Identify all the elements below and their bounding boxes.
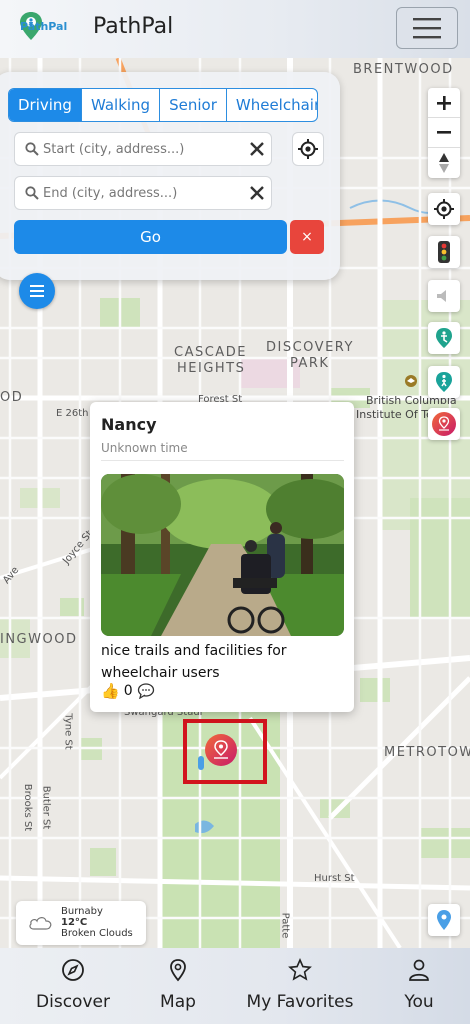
accessible-route-button[interactable] — [428, 322, 460, 354]
street-brooks: Brooks St — [22, 783, 34, 832]
post-stats: 👍 0 — [101, 682, 155, 700]
accessibility-pin-icon — [436, 328, 452, 348]
street-hurst: Hurst St — [314, 873, 355, 884]
traffic-button[interactable] — [428, 236, 460, 268]
zoom-controls — [428, 88, 460, 178]
posts-layer-button[interactable] — [428, 408, 460, 440]
weather-widget: Burnaby 12°C Broken Clouds — [16, 901, 146, 945]
street-butler: Butler St — [40, 785, 52, 830]
weather-temp: 12°C — [61, 917, 88, 928]
map-pin-icon — [170, 959, 186, 982]
crosshair-icon — [434, 199, 454, 219]
compass-icon — [62, 959, 84, 981]
compass-icon — [439, 153, 449, 173]
end-field — [14, 176, 272, 210]
tab-wheelchair[interactable]: Wheelchair — [227, 89, 317, 121]
street-tyne: Tyne St — [62, 713, 74, 750]
end-input[interactable] — [43, 185, 243, 201]
pedestrian-route-button[interactable] — [428, 366, 460, 398]
logo-text: PathPal — [20, 20, 68, 33]
go-button[interactable]: Go — [14, 220, 287, 254]
travel-mode-tabs: Driving Walking Senior Wheelchair — [8, 88, 318, 122]
nav-favorites[interactable]: My Favorites — [244, 958, 356, 1012]
post-caption: nice trails and facilities for wheelchai… — [101, 643, 287, 681]
app-header: PathPal PathPal — [0, 0, 470, 58]
nav-map-label: Map — [160, 992, 196, 1012]
pin-location-button[interactable] — [428, 904, 460, 936]
cloud-icon — [29, 917, 52, 930]
menu-button[interactable] — [396, 7, 458, 49]
weather-condition: Broken Clouds — [61, 928, 133, 939]
post-photo[interactable] — [101, 474, 344, 636]
post-marker-icon — [432, 412, 456, 436]
trail-photo-image — [101, 474, 344, 636]
start-field — [14, 132, 272, 166]
map-label-heights: HEIGHTS — [177, 361, 246, 376]
divider — [101, 460, 344, 461]
minus-icon — [437, 130, 451, 134]
weather-city: Burnaby — [61, 906, 103, 917]
traffic-light-icon — [438, 241, 450, 263]
hamburger-icon — [413, 18, 441, 39]
speaker-icon — [437, 290, 446, 302]
street-patterson: Patte — [279, 912, 291, 939]
star-icon — [288, 958, 312, 981]
compass-button[interactable] — [428, 148, 460, 178]
post-popup[interactable]: Nancy Unknown time nice trails and facil… — [90, 402, 354, 712]
map-label-cascade: CASCADE — [174, 345, 247, 360]
nav-discover-label: Discover — [36, 992, 110, 1012]
bottom-nav: Discover Map My Favorites You — [0, 948, 470, 1024]
location-pin-icon — [437, 910, 451, 930]
user-icon — [409, 959, 429, 981]
tab-walking[interactable]: Walking — [82, 89, 161, 121]
clear-start-icon[interactable] — [247, 139, 267, 159]
nav-discover[interactable]: Discover — [34, 958, 112, 1012]
app-title: PathPal — [93, 14, 174, 39]
map-label-park: PARK — [290, 356, 330, 371]
search-icon — [25, 142, 39, 156]
post-time: Unknown time — [101, 441, 188, 455]
comment-icon[interactable] — [137, 683, 155, 699]
street-e26th: E 26th — [56, 408, 89, 419]
nav-you-label: You — [404, 992, 434, 1012]
zoom-in-button[interactable] — [428, 88, 460, 118]
post-marker-icon[interactable] — [204, 733, 238, 767]
crosshair-icon — [298, 139, 318, 159]
list-icon — [30, 285, 44, 297]
zoom-out-button[interactable] — [428, 118, 460, 148]
map-label-brentwood: BRENTWOOD — [353, 62, 454, 77]
layers-menu-button[interactable] — [19, 273, 55, 309]
map-label-metrotown: METROTOW — [384, 745, 470, 760]
school-icon — [405, 375, 417, 387]
map-label-edgewood: INGWOOD — [0, 632, 78, 647]
post-author: Nancy — [101, 415, 157, 434]
map-label-discovery: DISCOVERY — [266, 340, 354, 355]
sound-button[interactable] — [428, 280, 460, 312]
nav-favorites-label: My Favorites — [246, 992, 354, 1012]
like-count: 0 — [123, 683, 133, 699]
search-icon — [25, 186, 39, 200]
use-current-location-button[interactable] — [292, 132, 324, 166]
nav-you[interactable]: You — [400, 958, 438, 1012]
start-input[interactable] — [43, 141, 243, 157]
tab-driving[interactable]: Driving — [9, 89, 82, 121]
cancel-route-button[interactable]: × — [290, 220, 324, 254]
thumbs-up-icon[interactable]: 👍 — [101, 682, 120, 700]
map-label-bcit-2: Institute Of Te — [356, 408, 433, 421]
my-location-button[interactable] — [428, 193, 460, 225]
nav-map[interactable]: Map — [156, 958, 200, 1012]
clear-end-icon[interactable] — [247, 183, 267, 203]
tab-senior[interactable]: Senior — [160, 89, 227, 121]
walker-pin-icon — [436, 372, 452, 392]
plus-icon — [437, 95, 451, 110]
map-label-od: OD — [0, 390, 24, 405]
